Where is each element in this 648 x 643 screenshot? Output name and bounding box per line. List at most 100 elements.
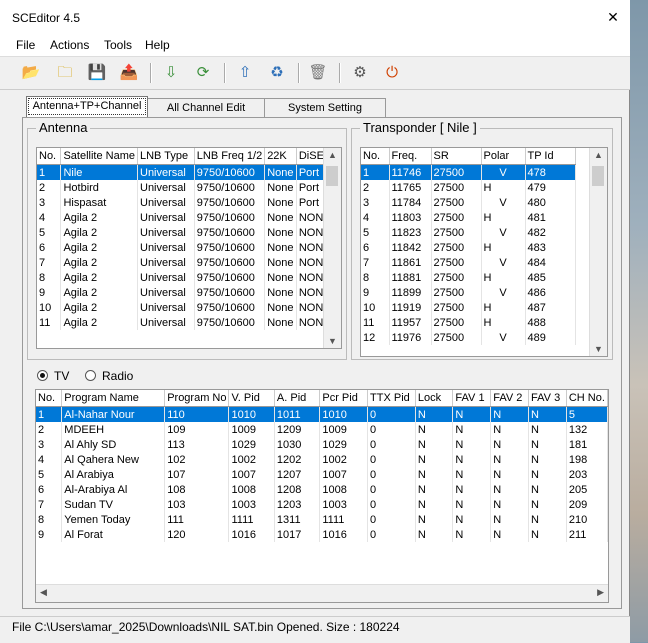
column-header[interactable]: Lock (415, 390, 454, 407)
column-header[interactable]: LNB Type (137, 148, 195, 165)
sync-icon[interactable]: ♻ (267, 63, 287, 83)
table-row[interactable]: 2 MDEEH 109 1009 1209 1009 0 N N N N 132 (36, 422, 608, 437)
table-row[interactable]: 7 Sudan TV 103 1003 1203 1003 0 N N N N 209 (36, 497, 608, 512)
column-header[interactable]: LNB Freq 1/2 (194, 148, 266, 165)
transponder-group-title: Transponder [ Nile ] (360, 120, 480, 135)
scroll-thumb[interactable] (592, 166, 604, 186)
column-header[interactable]: FAV 2 (490, 390, 530, 407)
column-header[interactable]: Freq. (389, 148, 432, 165)
table-row[interactable]: 1 Nile Universal 9750/10600 None Port (37, 164, 341, 180)
channel-hscroll[interactable]: ◀ ▶ (36, 584, 608, 602)
table-cell: None (264, 255, 297, 270)
table-row[interactable]: 8 Yemen Today 111 1111 1311 1111 0 N N N N 210 (36, 512, 608, 527)
column-header[interactable]: No. (37, 148, 62, 165)
table-cell: N (490, 482, 530, 497)
tab-antenna-tp-channel[interactable]: Antenna+TP+Channel (26, 96, 148, 117)
column-header[interactable]: CH No. (566, 390, 608, 407)
scroll-up-icon[interactable]: ▲ (590, 150, 607, 160)
table-row[interactable]: 4 Al Qahera New 102 1002 1202 1002 0 N N N N 198 (36, 452, 608, 467)
table-row[interactable]: 3 Hispasat Universal 9750/10600 None Port (37, 195, 341, 210)
table-row[interactable]: 8 11881 27500 H 485 (361, 270, 576, 285)
close-icon[interactable]: ✕ (604, 8, 622, 26)
column-header[interactable]: FAV 1 (452, 390, 492, 407)
column-header[interactable]: 22K (264, 148, 297, 165)
network-icon[interactable]: ⚙ (350, 63, 370, 83)
column-header[interactable]: Satellite Name (60, 148, 138, 165)
table-row[interactable]: 2 11765 27500 H 479 (361, 180, 576, 195)
new-folder-icon[interactable]: 🗀 (55, 63, 75, 83)
column-header[interactable]: Program Name (61, 390, 166, 407)
transponder-grid[interactable]: No. Freq. SR Polar TP Id 1 11746 27500 V 478 2 1176… (360, 147, 608, 357)
tab-system-setting[interactable]: System Setting (264, 98, 386, 117)
column-header[interactable]: Pcr Pid (319, 390, 369, 407)
table-row[interactable]: 9 Agila 2 Universal 9750/10600 None NONE (37, 285, 341, 300)
column-header[interactable]: TTX Pid (367, 390, 416, 407)
table-row[interactable]: 5 Agila 2 Universal 9750/10600 None NONE (37, 225, 341, 240)
table-row[interactable]: 11 11957 27500 H 488 (361, 315, 576, 330)
table-row[interactable]: 4 Agila 2 Universal 9750/10600 None NONE (37, 210, 341, 225)
trash-icon[interactable]: 🗑 (308, 63, 328, 83)
table-row[interactable]: 9 Al Forat 120 1016 1017 1016 0 N N N N 211 (36, 527, 608, 542)
table-row[interactable]: 5 11823 27500 V 482 (361, 225, 576, 240)
scroll-thumb[interactable] (326, 166, 338, 186)
tv-radio-option[interactable]: TV (37, 369, 69, 383)
table-row[interactable]: 7 Agila 2 Universal 9750/10600 None NONE (37, 255, 341, 270)
scroll-left-icon[interactable]: ◀ (40, 587, 47, 598)
column-header[interactable]: Polar (481, 148, 526, 165)
exit-icon[interactable]: ⏻ (382, 63, 402, 83)
scroll-right-icon[interactable]: ▶ (597, 587, 604, 598)
table-row[interactable]: 12 11976 27500 V 489 (361, 330, 576, 345)
title-bar[interactable]: SCEditor 4.5 ✕ (0, 0, 630, 34)
table-row[interactable]: 6 Agila 2 Universal 9750/10600 None NONE (37, 240, 341, 255)
table-row[interactable]: 10 11919 27500 H 487 (361, 300, 576, 315)
column-header[interactable]: TP Id (525, 148, 576, 165)
scroll-up-icon[interactable]: ▲ (324, 150, 341, 160)
table-cell: 9750/10600 (194, 315, 266, 330)
table-row[interactable]: 10 Agila 2 Universal 9750/10600 None NONE (37, 300, 341, 315)
table-row[interactable]: 6 11842 27500 H 483 (361, 240, 576, 255)
column-header[interactable]: No. (36, 390, 63, 407)
menu-tools[interactable]: Tools (104, 38, 132, 52)
table-row[interactable]: 8 Agila 2 Universal 9750/10600 None NONE (37, 270, 341, 285)
menu-help[interactable]: Help (145, 38, 170, 52)
scroll-down-icon[interactable]: ▼ (590, 344, 607, 354)
column-header[interactable]: Program No (164, 390, 230, 407)
column-header[interactable]: V. Pid (228, 390, 275, 407)
table-cell: 107 (164, 467, 230, 482)
scroll-down-icon[interactable]: ▼ (324, 336, 341, 346)
table-row[interactable]: 9 11899 27500 V 486 (361, 285, 576, 300)
table-row[interactable]: 1 11746 27500 V 478 (361, 164, 576, 180)
save-icon[interactable]: 💾 (87, 63, 107, 83)
upload-icon[interactable]: ⇧ (235, 63, 255, 83)
table-cell: Al Arabiya (61, 467, 166, 482)
channel-grid[interactable]: No. Program Name Program No V. Pid A. Pid Pcr… (35, 389, 609, 603)
column-header[interactable]: No. (361, 148, 390, 165)
table-row[interactable]: 3 11784 27500 V 480 (361, 195, 576, 210)
open-folder-icon[interactable]: 📂 (21, 63, 41, 83)
menu-actions[interactable]: Actions (50, 38, 89, 52)
antenna-vscroll[interactable]: ▲ ▼ (323, 148, 341, 348)
column-header[interactable]: A. Pid (274, 390, 321, 407)
table-row[interactable]: 7 11861 27500 V 484 (361, 255, 576, 270)
table-cell: N (452, 512, 492, 527)
radio-radio-option[interactable]: Radio (85, 369, 133, 383)
table-row[interactable]: 3 Al Ahly SD 113 1029 1030 1029 0 N N N N 181 (36, 437, 608, 452)
tab-all-channel-edit[interactable]: All Channel Edit (146, 98, 266, 117)
table-row[interactable]: 1 Al-Nahar Nour 110 1010 1011 1010 0 N N N N 5 (36, 406, 608, 422)
transponder-vscroll[interactable]: ▲ ▼ (589, 148, 607, 356)
refresh-icon[interactable]: ⟳ (193, 63, 213, 83)
table-row[interactable]: 6 Al-Arabiya Al 108 1008 1208 1008 0 N N N N 205 (36, 482, 608, 497)
table-row[interactable]: 5 Al Arabiya 107 1007 1207 1007 0 N N N N 203 (36, 467, 608, 482)
table-cell: Al Forat (61, 527, 166, 542)
table-cell: 9750/10600 (194, 255, 266, 270)
antenna-grid[interactable]: No. Satellite Name LNB Type LNB Freq 1/2 22K… (36, 147, 342, 349)
export-icon[interactable]: 📤 (119, 63, 139, 83)
menu-file[interactable]: File (16, 38, 35, 52)
table-row[interactable]: 2 Hotbird Universal 9750/10600 None Port (37, 180, 341, 195)
column-header[interactable]: SR (431, 148, 482, 165)
column-header[interactable]: FAV 3 (528, 390, 567, 407)
table-cell: Hotbird (60, 180, 138, 195)
download-icon[interactable]: ⇩ (161, 63, 181, 83)
table-row[interactable]: 4 11803 27500 H 481 (361, 210, 576, 225)
table-row[interactable]: 11 Agila 2 Universal 9750/10600 None NONE (37, 315, 341, 330)
